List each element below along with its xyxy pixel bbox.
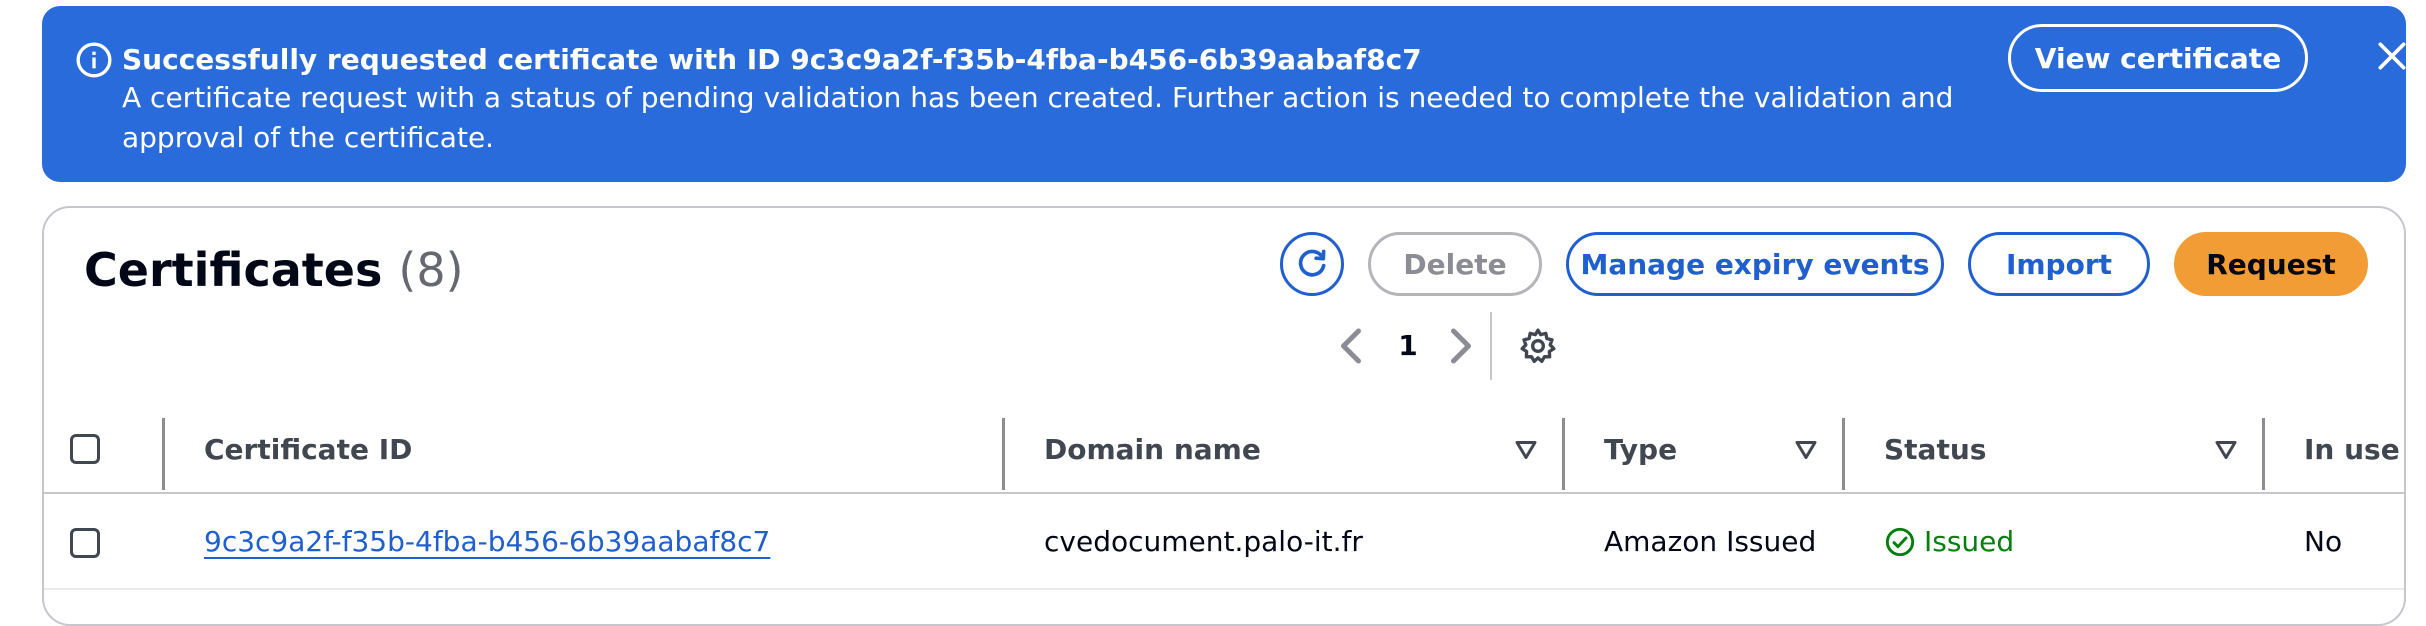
view-certificate-button[interactable]: View certificate xyxy=(2008,24,2308,92)
column-header-in-use[interactable]: In use xyxy=(2304,406,2400,494)
gear-icon[interactable] xyxy=(1518,326,1558,366)
flash-title: Successfully requested certificate with … xyxy=(122,43,1422,76)
close-icon[interactable] xyxy=(2372,36,2412,76)
domain-name-cell: cvedocument.palo-it.fr xyxy=(1044,525,1363,558)
column-separator[interactable] xyxy=(1002,418,1005,490)
delete-button[interactable]: Delete xyxy=(1368,232,1542,296)
panel-title-text: Certificates xyxy=(84,243,383,297)
manage-expiry-events-button[interactable]: Manage expiry events xyxy=(1566,232,1944,296)
success-flash-banner: Successfully requested certificate with … xyxy=(42,6,2406,182)
import-button[interactable]: Import xyxy=(1968,232,2150,296)
status-text: Issued xyxy=(1924,525,2015,558)
select-all-checkbox[interactable] xyxy=(70,434,100,464)
pager-divider xyxy=(1490,312,1492,380)
refresh-button[interactable] xyxy=(1280,232,1344,296)
table-row: 9c3c9a2f-f35b-4fba-b456-6b39aabaf8c7 cve… xyxy=(44,496,2404,590)
info-icon xyxy=(76,42,112,78)
check-circle-icon xyxy=(1885,527,1915,557)
in-use-cell: No xyxy=(2304,525,2343,558)
column-header-domain-name[interactable]: Domain name xyxy=(1044,406,1261,494)
sort-down-icon[interactable] xyxy=(1514,438,1538,462)
flash-message: A certificate request with a status of p… xyxy=(122,81,1954,154)
sort-down-icon[interactable] xyxy=(1794,438,1818,462)
certificate-id-link[interactable]: 9c3c9a2f-f35b-4fba-b456-6b39aabaf8c7 xyxy=(204,496,770,588)
current-page[interactable]: 1 xyxy=(1388,324,1428,368)
row-checkbox[interactable] xyxy=(70,528,100,558)
column-separator[interactable] xyxy=(2262,418,2265,490)
request-button[interactable]: Request xyxy=(2174,232,2368,296)
column-header-status[interactable]: Status xyxy=(1884,406,1986,494)
chevron-right-icon[interactable] xyxy=(1446,326,1476,366)
certificates-panel: Certificates (8) Delete Manage expiry ev… xyxy=(42,206,2406,626)
column-separator[interactable] xyxy=(1562,418,1565,490)
column-header-certificate-id[interactable]: Certificate ID xyxy=(204,406,412,494)
table-header: Certificate ID Domain name Type Status I… xyxy=(44,406,2404,494)
chevron-left-icon[interactable] xyxy=(1336,326,1366,366)
page-title: Certificates (8) xyxy=(84,234,464,306)
column-separator[interactable] xyxy=(162,418,165,490)
column-separator[interactable] xyxy=(1842,418,1845,490)
sort-down-icon[interactable] xyxy=(2214,438,2238,462)
type-cell: Amazon Issued xyxy=(1604,525,1817,558)
status-badge: Issued xyxy=(1884,496,2014,588)
column-header-type[interactable]: Type xyxy=(1604,406,1677,494)
refresh-icon xyxy=(1298,249,1326,277)
certificate-count: (8) xyxy=(398,243,464,297)
